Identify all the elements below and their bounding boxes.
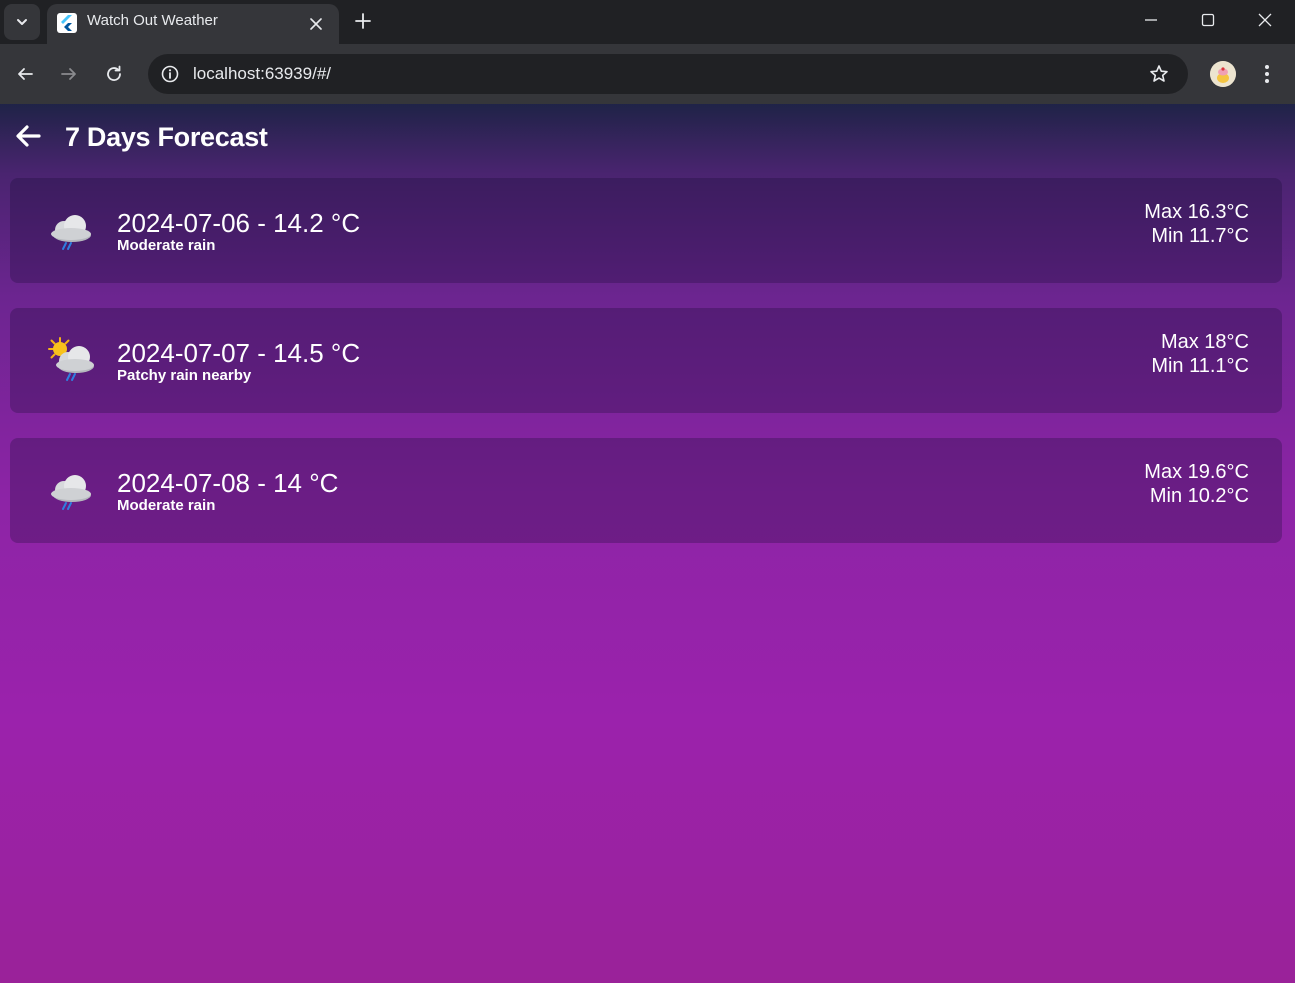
- back-nav-button[interactable]: [9, 58, 41, 90]
- rain-cloud-icon: [51, 475, 91, 510]
- profile-avatar[interactable]: [1210, 61, 1236, 87]
- close-window-button[interactable]: [1242, 4, 1288, 36]
- minimize-button[interactable]: [1128, 4, 1174, 36]
- forecast-min-temp: Min 11.1°C: [1151, 355, 1249, 377]
- chevron-down-icon: [17, 19, 27, 25]
- forecast-condition: Patchy rain nearby: [117, 367, 252, 384]
- maximize-button[interactable]: [1185, 4, 1231, 36]
- forecast-min-temp: Min 10.2°C: [1149, 485, 1249, 507]
- rain-cloud-icon: [51, 215, 91, 250]
- forecast-max-temp: Max 19.6°C: [1144, 461, 1249, 483]
- close-icon: [1258, 13, 1272, 27]
- reload-icon: [107, 65, 121, 81]
- forecast-date-temp: 2024-07-07 - 14.5 °C: [117, 338, 361, 368]
- browser-toolbar: localhost:63939/#/: [0, 44, 1295, 104]
- plus-icon: [355, 13, 371, 29]
- tab-title: Watch Out Weather: [87, 12, 218, 29]
- forward-nav-button[interactable]: [53, 58, 85, 90]
- forecast-condition: Moderate rain: [117, 237, 216, 254]
- tab-search-button[interactable]: [4, 4, 40, 40]
- forecast-date-temp: 2024-07-06 - 14.2 °C: [117, 208, 361, 238]
- minimize-icon: [1145, 19, 1157, 21]
- app-bar: 7 Days Forecast: [0, 104, 1295, 168]
- star-icon: [1150, 65, 1168, 82]
- browser-tab-strip: Watch Out Weather: [0, 0, 1295, 44]
- new-tab-button[interactable]: [349, 7, 377, 35]
- page-title: 7 Days Forecast: [65, 122, 268, 152]
- browser-menu-button[interactable]: [1254, 58, 1280, 90]
- forecast-date-temp: 2024-07-08 - 14 °C: [117, 468, 339, 498]
- forecast-max-temp: Max 18°C: [1160, 331, 1249, 353]
- close-icon: [310, 18, 322, 30]
- app-viewport: 7 Days Forecast 2024-07-06 - 14.2 °C Mod…: [0, 104, 1295, 983]
- forecast-max-temp: Max 16.3°C: [1144, 201, 1249, 223]
- info-icon: [161, 65, 179, 83]
- maximize-icon: [1201, 13, 1215, 27]
- arrow-left-icon: [18, 68, 33, 80]
- arrow-back-icon: [16, 125, 41, 147]
- avatar-icon: [1210, 61, 1236, 87]
- site-info-button[interactable]: [156, 60, 184, 88]
- bookmark-button[interactable]: [1145, 60, 1173, 88]
- forecast-min-temp: Min 11.7°C: [1151, 225, 1249, 247]
- forecast-card[interactable]: 2024-07-07 - 14.5 °C Patchy rain nearby …: [10, 308, 1282, 413]
- address-bar[interactable]: localhost:63939/#/: [148, 54, 1188, 94]
- arrow-right-icon: [61, 68, 76, 80]
- sun-rain-cloud-icon: [48, 337, 94, 381]
- forecast-condition: Moderate rain: [117, 497, 216, 514]
- forecast-card[interactable]: 2024-07-08 - 14 °C Moderate rain Max 19.…: [10, 438, 1282, 543]
- browser-tab[interactable]: Watch Out Weather: [47, 4, 339, 44]
- more-vert-icon: [1265, 65, 1269, 83]
- url-text[interactable]: localhost:63939/#/: [193, 64, 331, 84]
- back-button[interactable]: [10, 118, 46, 154]
- forecast-card[interactable]: 2024-07-06 - 14.2 °C Moderate rain Max 1…: [10, 178, 1282, 283]
- flutter-favicon-icon: [57, 13, 77, 33]
- reload-button[interactable]: [98, 58, 130, 90]
- tab-close-button[interactable]: [305, 13, 327, 35]
